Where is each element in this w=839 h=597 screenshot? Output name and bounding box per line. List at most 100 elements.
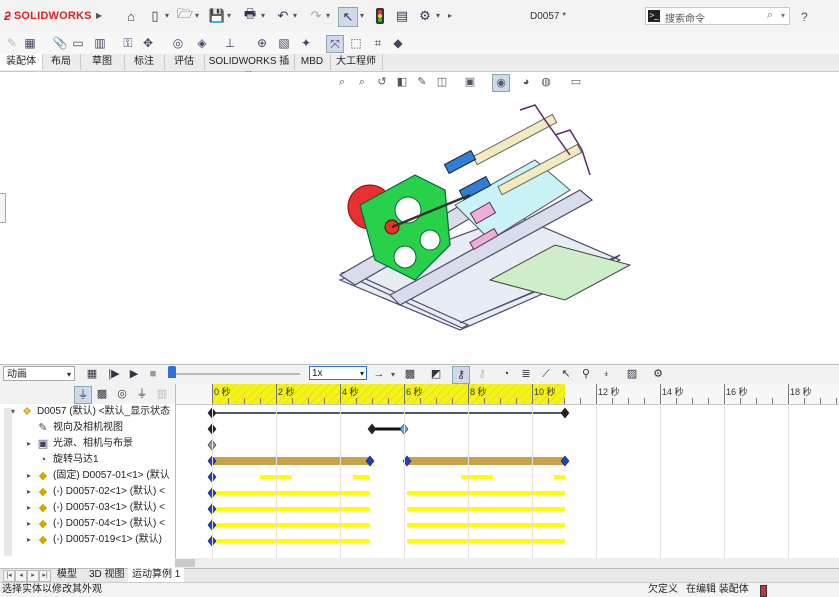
new-dropdown-icon[interactable]: ▾ bbox=[165, 11, 169, 20]
next-tab-icon[interactable]: ▸ bbox=[27, 570, 39, 582]
add-update-key-icon[interactable]: ⚷ bbox=[474, 366, 490, 382]
section-view-icon[interactable]: ◧ bbox=[394, 74, 410, 90]
assembly-features-icon[interactable]: ◈ bbox=[194, 35, 210, 51]
tree-row[interactable]: ◔ 旋转马达1 bbox=[0, 452, 175, 468]
select-dropdown-icon[interactable]: ▾ bbox=[360, 11, 364, 20]
search-dropdown-icon[interactable]: ▾ bbox=[781, 11, 785, 20]
snapshot-camera-icon[interactable]: ⌗ bbox=[370, 35, 386, 51]
damper-icon[interactable]: ⟋ bbox=[538, 366, 554, 382]
tree-expand-icon[interactable]: ▸ bbox=[24, 500, 34, 516]
zoom-to-area-icon[interactable]: ⌕ bbox=[354, 74, 370, 90]
save-animation-icon[interactable]: ▩ bbox=[402, 366, 418, 382]
component-change-bar[interactable] bbox=[407, 539, 565, 543]
tab-engineer[interactable]: 大工程师 bbox=[330, 54, 383, 70]
component-change-bar[interactable] bbox=[554, 475, 565, 479]
play-from-start-icon[interactable]: |▶ bbox=[106, 366, 122, 382]
view-orientation-icon[interactable]: ◫ bbox=[434, 74, 450, 90]
tab-motion-study-1[interactable]: 运动算例 1 bbox=[128, 568, 185, 582]
tab-solidworks-addins[interactable]: SOLIDWORKS 插件 bbox=[204, 54, 295, 83]
tab-assembly[interactable]: 装配体 bbox=[0, 54, 43, 70]
keyframe-diamond[interactable] bbox=[367, 423, 377, 435]
tree-expand-icon[interactable]: ▸ bbox=[24, 516, 34, 532]
tab-sketch[interactable]: 草图 bbox=[80, 54, 125, 70]
bill-of-materials-icon[interactable]: ▧ bbox=[276, 35, 292, 51]
new-document-icon[interactable]: ▯ bbox=[146, 7, 164, 25]
file-properties-icon[interactable]: ▤ bbox=[393, 7, 411, 25]
linear-pattern-icon[interactable]: ▥ bbox=[92, 35, 108, 51]
insert-component-icon[interactable]: ▦ bbox=[22, 35, 38, 51]
motor-icon[interactable]: ◔ bbox=[498, 366, 514, 382]
filter-funnel-icon[interactable]: ⏚ bbox=[74, 386, 92, 404]
open-dropdown-icon[interactable]: ▾ bbox=[195, 11, 199, 20]
menu-expand-icon[interactable]: ▶ bbox=[96, 11, 102, 20]
tree-row[interactable]: ▸ ◆ (-) D0057-019<1> (默认) bbox=[0, 532, 175, 548]
playback-mode-arrow-icon[interactable]: → bbox=[371, 366, 387, 382]
tab-layout[interactable]: 布局 bbox=[42, 54, 81, 70]
tree-row[interactable]: ▸ ◆ (固定) D0057-01<1> (默认 bbox=[0, 468, 175, 484]
edit-component-icon[interactable]: ✎ bbox=[4, 35, 20, 51]
tree-expand-icon[interactable]: ▸ bbox=[24, 436, 34, 452]
last-tab-icon[interactable]: ▸| bbox=[39, 570, 51, 582]
component-change-bar[interactable] bbox=[353, 475, 370, 479]
tree-row[interactable]: ▸ ◆ (-) D0057-02<1> (默认) < bbox=[0, 484, 175, 500]
spring-icon[interactable]: ≣ bbox=[518, 366, 534, 382]
component-change-bar[interactable] bbox=[212, 507, 370, 511]
smart-fasteners-icon[interactable]: ⚿ bbox=[120, 35, 136, 51]
tab-model[interactable]: 模型 bbox=[53, 568, 81, 582]
apply-scene-icon[interactable]: ◍ bbox=[538, 74, 554, 90]
calculate-icon[interactable]: ▦ bbox=[84, 366, 100, 382]
timeline-scrollbar[interactable] bbox=[175, 558, 839, 568]
component-change-bar[interactable] bbox=[407, 523, 565, 527]
home-icon[interactable]: ⌂ bbox=[122, 7, 140, 25]
component-preview-icon[interactable]: ▭ bbox=[70, 35, 86, 51]
timeline-area[interactable]: 0 秒 2 秒 4 秒 6 秒 8 秒 10 秒 12 秒 14 秒 16 秒 18 秒 bbox=[175, 384, 839, 558]
previous-view-icon[interactable]: ↺ bbox=[374, 74, 390, 90]
open-folder-icon[interactable]: 🗁 bbox=[176, 6, 194, 25]
tab-3d-views[interactable]: 3D 视图 bbox=[85, 568, 129, 582]
motor-bar[interactable] bbox=[212, 457, 370, 465]
large-assembly-icon[interactable]: ◆ bbox=[390, 35, 406, 51]
timeline-scroll-thumb[interactable] bbox=[175, 559, 195, 567]
component-change-bar[interactable] bbox=[461, 475, 493, 479]
tree-row[interactable]: ▸ ◆ (-) D0057-04<1> (默认) < bbox=[0, 516, 175, 532]
tree-row[interactable]: ▾ ❖ D0057 (默认) <默认_显示状态 bbox=[0, 404, 175, 420]
tree-expand-icon[interactable]: ▸ bbox=[24, 532, 34, 548]
view-settings-icon[interactable]: ▭ bbox=[568, 74, 584, 90]
keyframe-diamond[interactable] bbox=[560, 407, 570, 419]
force-icon[interactable]: ↖ bbox=[558, 366, 574, 382]
stop-icon[interactable]: ■ bbox=[145, 366, 161, 382]
tab-markup[interactable]: 标注 bbox=[124, 54, 165, 70]
component-change-bar[interactable] bbox=[212, 539, 370, 543]
save-icon[interactable]: 💾 bbox=[208, 7, 226, 25]
undo-dropdown-icon[interactable]: ▾ bbox=[293, 11, 297, 20]
assembly-model[interactable] bbox=[320, 95, 640, 345]
hide-show-items-icon[interactable]: ◉ bbox=[492, 74, 510, 92]
rebuild-status-icon[interactable] bbox=[760, 585, 767, 597]
tab-evaluate[interactable]: 评估 bbox=[164, 54, 205, 70]
redo-dropdown-icon[interactable]: ▾ bbox=[326, 11, 330, 20]
previous-tab-icon[interactable]: ◂ bbox=[15, 570, 27, 582]
component-change-bar[interactable] bbox=[407, 491, 565, 495]
gravity-icon[interactable]: ⍖ bbox=[598, 366, 614, 382]
search-input[interactable]: >_ 搜索命令 ⌕ ▾ bbox=[645, 7, 790, 25]
display-style-icon[interactable]: ▣ bbox=[462, 74, 478, 90]
tree-expand-icon[interactable]: ▾ bbox=[8, 404, 18, 420]
playback-slider-track[interactable] bbox=[170, 373, 300, 375]
filter-driving-icon[interactable]: ◎ bbox=[114, 386, 130, 402]
show-hidden-icon[interactable]: ◎ bbox=[170, 35, 186, 51]
component-change-bar[interactable] bbox=[407, 507, 565, 511]
tree-row[interactable]: ✎ 视向及相机视图 bbox=[0, 420, 175, 436]
search-icon[interactable]: ⌕ bbox=[767, 9, 773, 22]
results-plots-icon[interactable]: ▨ bbox=[624, 366, 640, 382]
study-type-select[interactable]: 动画 ▾ bbox=[3, 366, 75, 381]
rebuild-traffic-light-icon[interactable] bbox=[371, 7, 389, 25]
instant3d-icon[interactable]: ⤧ bbox=[326, 35, 344, 53]
update-speedpak-icon[interactable]: ⬚ bbox=[348, 35, 364, 51]
motor-bar[interactable] bbox=[407, 457, 565, 465]
play-icon[interactable]: ▶ bbox=[126, 366, 142, 382]
time-ruler[interactable]: 0 秒 2 秒 4 秒 6 秒 8 秒 10 秒 12 秒 14 秒 16 秒 18 秒 bbox=[176, 384, 839, 405]
filter-selected-icon[interactable]: ⏚ bbox=[134, 386, 150, 402]
help-icon[interactable]: ? bbox=[801, 10, 808, 24]
select-cursor-icon[interactable]: ↖ bbox=[338, 7, 358, 27]
tab-mbd[interactable]: MBD bbox=[294, 54, 331, 70]
